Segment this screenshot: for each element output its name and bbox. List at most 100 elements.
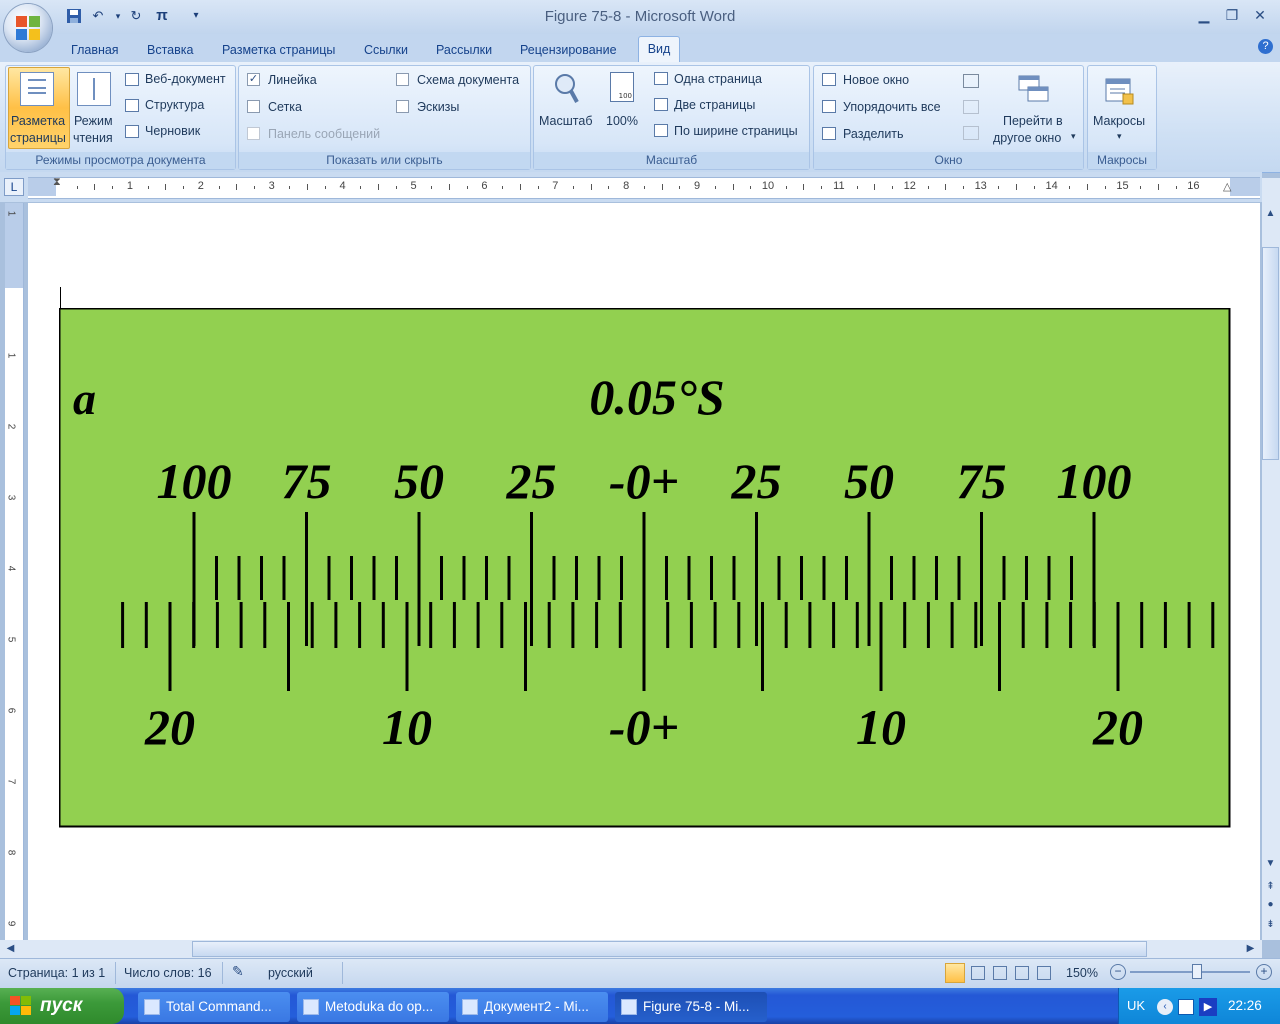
language-bar[interactable]: UK [1127,998,1145,1013]
zoom-out-icon[interactable]: − [1110,964,1126,980]
magnifier-icon[interactable] [553,72,581,106]
zoom-level[interactable]: 150% [1066,966,1098,980]
ruler-tick [165,184,167,190]
network-icon[interactable] [1178,999,1194,1015]
full-reading-label-2: чтения [73,131,113,145]
taskbar-item-document2[interactable]: Документ2 - Mi... [456,992,608,1022]
view-draft-icon[interactable] [1037,966,1051,980]
indent-marker-icon[interactable]: ⧗ [53,176,61,189]
office-button[interactable] [4,4,52,52]
view-print-layout-icon[interactable] [945,963,965,983]
doc-map-label: Схема документа [417,73,520,87]
help-icon[interactable]: ? [1258,39,1273,54]
right-indent-marker-icon[interactable]: △ [1223,180,1231,193]
ruler-tick [803,184,805,190]
tab-view[interactable]: Вид [638,36,680,63]
ruler-tick [998,186,1000,189]
switch-windows-label-1[interactable]: Перейти в [1003,114,1063,128]
zoom-slider-thumb[interactable] [1192,964,1202,979]
view-web-icon[interactable] [993,966,1007,980]
outline-button[interactable]: Структура [145,98,204,112]
one-page-button[interactable]: Одна страница [674,72,762,86]
two-pages-button[interactable]: Две страницы [674,98,755,112]
window-title: Figure 75-8 - Microsoft Word [544,8,736,25]
ruler-tick [714,186,716,189]
word-count[interactable]: Число слов: 16 [124,966,212,980]
previous-page-icon[interactable]: ⇞ [1262,878,1279,895]
arrange-all-button[interactable]: Упорядочить все [843,100,941,114]
tab-references[interactable]: Ссылки [360,38,412,62]
draft-button[interactable]: Черновик [145,124,200,138]
view-reading-icon[interactable] [971,966,985,980]
ruler-margin-right [1230,178,1260,196]
split-icon [822,127,836,140]
ruler-number: 8 [623,180,630,192]
browse-object-icon[interactable]: ● [1262,896,1279,913]
ruler-tick [307,184,309,190]
one-page-icon [654,72,668,85]
web-layout-button[interactable]: Веб-документ [145,72,226,86]
grid-checkbox[interactable] [247,100,260,113]
scroll-right-icon[interactable]: ▶ [1242,940,1259,957]
next-page-icon[interactable]: ⇟ [1262,916,1279,933]
scroll-down-icon[interactable]: ▼ [1262,855,1279,872]
taskbar-item-total-commander[interactable]: Total Command... [138,992,290,1022]
vernier-scale-figure[interactable]: a 0.05°S 100 75 50 25 -0+ 25 50 75 100 20 10 -0+ 10… [59,308,1231,828]
tray-back-icon[interactable]: ‹ [1157,999,1173,1015]
ruler-number: 6 [5,707,17,714]
zoom-in-icon[interactable]: + [1256,964,1272,980]
minimize-button[interactable]: ▁ [1192,6,1216,24]
taskbar-item-figure[interactable]: Figure 75-8 - Mi... [615,992,767,1022]
scroll-up-icon[interactable]: ▲ [1262,205,1279,222]
ruler-number: 1 [126,180,133,192]
ruler-tick [732,184,734,190]
zoom-button[interactable]: Масштаб [539,114,592,128]
doc-map-checkbox[interactable] [396,73,409,86]
vertical-scroll-thumb[interactable] [1262,247,1279,460]
ruler-number: 6 [481,180,488,192]
figure-title: 0.05°S [589,369,724,425]
ruler-tick [679,186,681,189]
ruler-tick [750,186,752,189]
clock[interactable]: 22:26 [1228,998,1262,1013]
tab-page-layout[interactable]: Разметка страницы [218,38,339,62]
hundred-percent-icon[interactable]: 100 [610,72,634,102]
tab-insert[interactable]: Вставка [143,38,197,62]
ruler-number: 3 [5,494,17,501]
page-width-button[interactable]: По ширине страницы [674,124,798,138]
taskbar-item-metoduka[interactable]: Metoduka do op... [297,992,449,1022]
zoom-slider-track[interactable] [1130,971,1250,973]
spelling-check-icon[interactable]: ✎ [232,963,244,980]
ruler-tick [395,186,397,189]
vernier-label: 100 [1057,453,1132,509]
page-count[interactable]: Страница: 1 из 1 [8,966,105,980]
ruler-number: 9 [5,920,17,927]
start-button[interactable]: пуск [0,988,124,1024]
tab-mailings[interactable]: Рассылки [432,38,496,62]
split-button[interactable]: Разделить [843,127,904,141]
tab-review[interactable]: Рецензирование [516,38,621,62]
view-outline-icon[interactable] [1015,966,1029,980]
new-window-button[interactable]: Новое окно [843,73,909,87]
switch-windows-label-2[interactable]: другое окно [993,131,1061,145]
horizontal-scroll-thumb[interactable] [192,941,1147,957]
hundred-percent-button[interactable]: 100% [606,114,638,128]
ruler-number: 13 [974,180,987,192]
close-button[interactable]: ✕ [1248,6,1272,24]
media-player-icon[interactable]: ▶ [1199,998,1217,1016]
ruler-checkbox[interactable]: ✓ [247,73,260,86]
language-indicator[interactable]: русский [268,966,313,980]
scroll-left-icon[interactable]: ◀ [2,940,19,957]
tab-selector[interactable]: L [4,178,24,196]
vernier-label: 50 [394,453,444,509]
macros-button[interactable]: Макросы [1093,114,1145,128]
switch-windows-icon[interactable] [1018,75,1050,103]
macros-icon[interactable] [1105,78,1135,106]
ruler-number: 14 [1045,180,1058,192]
ruler-number: 16 [1187,180,1200,192]
side-by-side-icon[interactable] [963,74,979,88]
restore-button[interactable]: ❐ [1220,6,1244,24]
tab-home[interactable]: Главная [67,38,123,62]
thumbnails-checkbox[interactable] [396,100,409,113]
vernier-label: 100 [157,453,232,509]
